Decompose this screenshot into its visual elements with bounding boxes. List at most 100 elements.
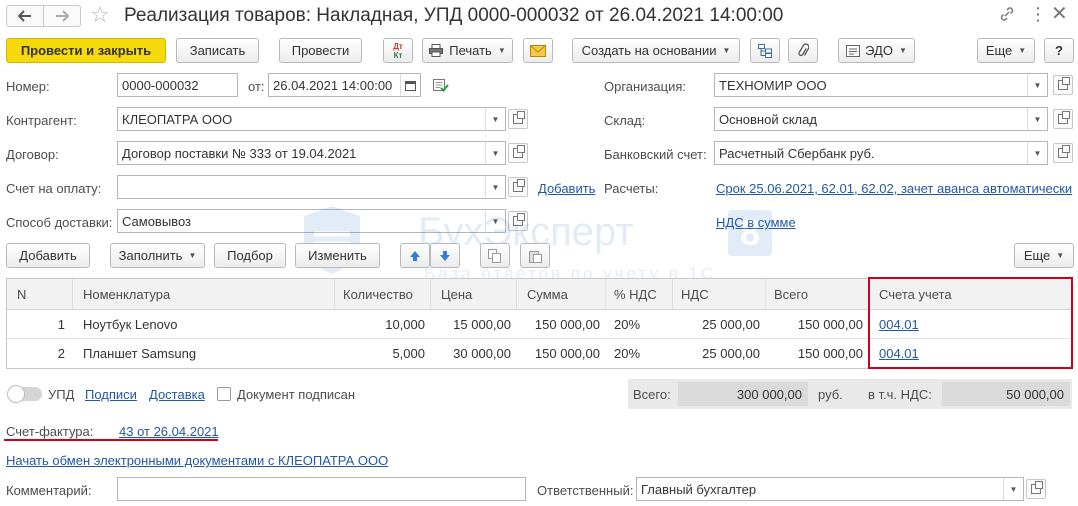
chevron-down-icon: ▼ (497, 46, 506, 55)
responsible-label: Ответственный: (537, 483, 634, 498)
comment-label: Комментарий: (6, 483, 92, 498)
add-invoice-link[interactable]: Добавить (538, 181, 595, 196)
print-button[interactable]: Печать ▼ (422, 38, 513, 63)
email-button[interactable] (523, 38, 553, 63)
warehouse-field[interactable]: Основной склад ▼ (714, 107, 1048, 131)
delivery-method-label: Способ доставки: (6, 215, 113, 230)
invoice-for-payment-label: Счет на оплату: (6, 181, 102, 196)
date-field[interactable]: 26.04.2021 14:00:00 (268, 73, 421, 97)
favorite-star-icon[interactable]: ☆ (90, 2, 110, 28)
vat-in-amount-link[interactable]: НДС в сумме (716, 215, 796, 230)
arrow-right-icon (56, 10, 69, 22)
table-add-button[interactable]: Добавить (6, 243, 90, 268)
nav-back-button[interactable] (6, 5, 44, 27)
comment-field[interactable] (117, 477, 526, 501)
chevron-down-icon[interactable]: ▼ (485, 210, 505, 232)
column-header-vat-rate[interactable]: % НДС (606, 279, 673, 309)
table-select-button[interactable]: Подбор (214, 243, 286, 268)
more-label: Еще (985, 43, 1013, 58)
row-qty: 10,000 (385, 316, 425, 332)
invoice-for-payment-field[interactable]: ▼ (117, 175, 506, 199)
help-button[interactable]: ? (1044, 38, 1074, 63)
copy-row-button[interactable] (480, 243, 510, 268)
envelope-icon (530, 44, 546, 57)
move-up-button[interactable] (400, 243, 430, 268)
dt-kt-button[interactable]: Дт Кт (383, 38, 413, 63)
document-status-icon[interactable] (433, 79, 449, 96)
print-label: Печать (449, 43, 492, 58)
row-vat-rate: 20% (614, 346, 641, 361)
structure-button[interactable] (750, 38, 780, 63)
responsible-field[interactable]: Главный бухгалтер ▼ (636, 477, 1024, 501)
row-sum: 150 000,00 (534, 316, 600, 332)
nav-forward-button[interactable] (43, 5, 81, 27)
row-total: 150 000,00 (797, 346, 863, 361)
bank-account-field[interactable]: Расчетный Сбербанк руб. ▼ (714, 141, 1048, 165)
invoice-label: Счет-фактура: (6, 424, 94, 439)
create-based-on-button[interactable]: Создать на основании ▼ (572, 38, 740, 63)
column-header-sum[interactable]: Сумма (517, 279, 606, 309)
contractor-field[interactable]: КЛЕОПАТРА ООО ▼ (117, 107, 506, 131)
upd-toggle[interactable] (7, 385, 42, 403)
attach-button[interactable] (788, 38, 818, 63)
link-icon[interactable] (999, 6, 1015, 25)
document-signed-checkbox[interactable] (217, 387, 231, 401)
chevron-down-icon[interactable]: ▼ (1027, 142, 1047, 164)
toggle-knob (7, 385, 25, 403)
organization-open-button[interactable] (1053, 75, 1073, 95)
column-header-item[interactable]: Номенклатура (73, 279, 335, 309)
edo-button[interactable]: ЭДО ▼ (838, 38, 915, 63)
chevron-down-icon[interactable]: ▼ (485, 142, 505, 164)
invoice-link[interactable]: 43 от 26.04.2021 (119, 424, 219, 439)
column-header-price[interactable]: Цена (431, 279, 517, 309)
invoice-red-underline (4, 439, 218, 441)
post-and-close-button[interactable]: Провести и закрыть (6, 38, 166, 63)
calendar-icon[interactable] (400, 74, 420, 96)
close-icon[interactable]: ✕ (1051, 2, 1068, 26)
chevron-down-icon[interactable]: ▼ (1027, 108, 1047, 130)
open-icon (1058, 111, 1070, 124)
invoice-for-payment-open-button[interactable] (508, 177, 528, 197)
bank-account-open-button[interactable] (1053, 143, 1073, 163)
column-header-vat[interactable]: НДС (673, 279, 766, 309)
organization-field[interactable]: ТЕХНОМИР ООО ▼ (714, 73, 1048, 97)
contractor-value: КЛЕОПАТРА ООО (122, 111, 233, 127)
chevron-down-icon: ▼ (188, 251, 197, 260)
contract-field[interactable]: Договор поставки № 333 от 19.04.2021 ▼ (117, 141, 506, 165)
contractor-open-button[interactable] (508, 109, 528, 129)
edo-exchange-link[interactable]: Начать обмен электронными документами с … (6, 453, 388, 468)
menu-dots-icon[interactable]: ⋮ (1029, 2, 1047, 26)
chevron-down-icon: ▼ (898, 46, 907, 55)
table-fill-button[interactable]: Заполнить ▼ (110, 243, 205, 268)
hierarchy-icon (758, 43, 772, 58)
row-vat: 25 000,00 (702, 346, 760, 361)
move-down-button[interactable] (430, 243, 460, 268)
settlements-label: Расчеты: (604, 181, 659, 196)
table-more-button[interactable]: Еще ▼ (1014, 243, 1074, 268)
delivery-link[interactable]: Доставка (149, 387, 205, 402)
row-n: 2 (57, 346, 65, 361)
column-header-n[interactable]: N (7, 279, 73, 309)
window-title: Реализация товаров: Накладная, УПД 0000-… (124, 5, 784, 26)
table-change-button[interactable]: Изменить (295, 243, 380, 268)
settlements-link[interactable]: Срок 25.06.2021, 62.01, 62.02, зачет ава… (716, 181, 1072, 196)
contract-open-button[interactable] (508, 143, 528, 163)
signatures-link[interactable]: Подписи (85, 387, 137, 402)
chevron-down-icon[interactable]: ▼ (485, 176, 505, 198)
row-sum: 150 000,00 (534, 346, 600, 361)
delivery-method-open-button[interactable] (508, 211, 528, 231)
post-button[interactable]: Провести (279, 38, 362, 63)
chevron-down-icon[interactable]: ▼ (1027, 74, 1047, 96)
save-button[interactable]: Записать (176, 38, 259, 63)
chevron-down-icon[interactable]: ▼ (1003, 478, 1023, 500)
warehouse-value: Основной склад (719, 111, 817, 127)
paste-row-button[interactable] (520, 243, 550, 268)
number-field[interactable]: 0000-000032 (117, 73, 238, 97)
chevron-down-icon[interactable]: ▼ (485, 108, 505, 130)
responsible-open-button[interactable] (1026, 479, 1046, 499)
warehouse-open-button[interactable] (1053, 109, 1073, 129)
delivery-method-field[interactable]: Самовывоз ▼ (117, 209, 506, 233)
column-header-qty[interactable]: Количество (335, 279, 431, 309)
column-header-total[interactable]: Всего (766, 279, 869, 309)
more-button[interactable]: Еще ▼ (977, 38, 1035, 63)
